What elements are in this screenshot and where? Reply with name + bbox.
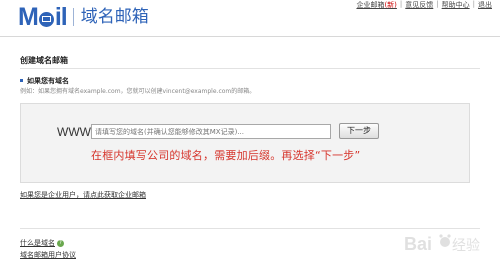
top-links: 企业邮箱(新) | 意见反馈 | 帮助中心 | 退出 xyxy=(356,0,492,10)
next-step-button[interactable]: 下一步 xyxy=(339,123,379,139)
enterprise-mail-signup-link[interactable]: 如果您是企业用户，请点此获取企业邮箱 xyxy=(20,190,146,200)
header-divider xyxy=(0,36,500,37)
help-icon[interactable]: ? xyxy=(57,239,64,247)
svg-text:经验: 经验 xyxy=(452,237,480,253)
mail-logo[interactable]: Mil 域名邮箱 xyxy=(18,4,149,30)
bullet-icon xyxy=(20,79,23,82)
www-prefix-label: WWW. xyxy=(57,125,94,139)
logo-text: 域名邮箱 xyxy=(80,7,149,27)
instruction-annotation: 在框内填写公司的域名，需要加后缀。再选择“下一步” xyxy=(91,149,361,162)
what-is-domain-link[interactable]: 什么是域名 xyxy=(20,239,55,247)
mail-logo-mark: Mil xyxy=(18,3,68,31)
link-separator: | xyxy=(472,0,475,8)
domain-input[interactable] xyxy=(91,124,331,139)
section-description: 例如：如果您拥有域名example.com，您就可以创建vincent@exam… xyxy=(20,88,256,95)
enterprise-mail-link[interactable]: 企业邮箱(新) xyxy=(356,0,396,10)
link-separator: | xyxy=(436,0,439,8)
footer-divider xyxy=(20,228,480,229)
svg-text:Bai: Bai xyxy=(404,234,432,254)
help-center-link[interactable]: 帮助中心 xyxy=(442,0,470,10)
feedback-link[interactable]: 意见反馈 xyxy=(405,0,433,10)
header: Mil 域名邮箱 企业邮箱(新) | 意见反馈 | 帮助中心 | 退出 xyxy=(0,0,500,34)
link-separator: | xyxy=(399,0,403,8)
what-is-domain-item: 什么是域名? xyxy=(20,238,64,248)
page-title: 创建域名邮箱 xyxy=(20,56,68,65)
user-agreement-link[interactable]: 域名邮箱用户协议 xyxy=(20,250,76,260)
domain-entry-panel: WWW. 下一步 在框内填写公司的域名，需要加后缀。再选择“下一步” xyxy=(20,103,470,183)
logout-link[interactable]: 退出 xyxy=(478,0,492,10)
baidu-watermark-logo: Bai 经验 xyxy=(404,232,488,260)
logo-divider xyxy=(72,8,74,26)
section-title: 如果您有域名 xyxy=(20,76,69,86)
envelope-icon xyxy=(38,12,54,27)
title-divider xyxy=(20,68,480,69)
